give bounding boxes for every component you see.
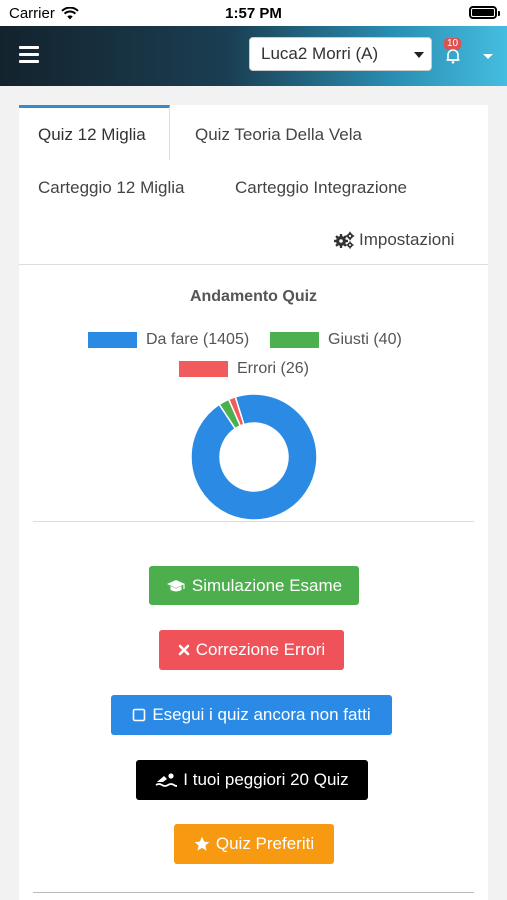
donut-chart xyxy=(190,393,318,521)
tab-bar: Quiz 12 Miglia Quiz Teoria Della Vela Ca… xyxy=(19,105,488,265)
top-navbar: Luca2 Morri (A) 10 xyxy=(0,26,507,86)
tab-carteggio-integrazione[interactable]: Carteggio Integrazione xyxy=(235,178,407,198)
quiz-preferiti-button[interactable]: Quiz Preferiti xyxy=(174,824,334,864)
button-label: Esegui i quiz ancora non fatti xyxy=(152,705,371,724)
navbar-dropdown-icon[interactable] xyxy=(483,54,493,59)
tab-quiz-teoria-della-vela[interactable]: Quiz Teoria Della Vela xyxy=(195,125,362,145)
simulazione-esame-button[interactable]: Simulazione Esame xyxy=(149,566,359,605)
square-outline-icon xyxy=(133,708,146,722)
legend-label: Giusti (40) xyxy=(328,331,402,348)
notifications-button[interactable]: 10 xyxy=(441,38,467,68)
user-select[interactable]: Luca2 Morri (A) xyxy=(249,37,432,71)
legend-label: Da fare (1405) xyxy=(146,331,250,348)
donut-slice-0[interactable] xyxy=(190,393,318,521)
clock: 1:57 PM xyxy=(225,5,282,22)
swimmer-icon xyxy=(155,773,178,787)
divider xyxy=(33,521,474,522)
user-select-value: Luca2 Morri (A) xyxy=(261,44,379,63)
gears-icon xyxy=(334,231,355,249)
main-card: Quiz 12 Miglia Quiz Teoria Della Vela Ca… xyxy=(19,105,488,900)
correzione-errori-button[interactable]: Correzione Errori xyxy=(159,630,344,670)
legend-swatch xyxy=(88,332,137,348)
tab-carteggio-12-miglia[interactable]: Carteggio 12 Miglia xyxy=(38,178,184,198)
chevron-down-icon xyxy=(414,52,424,58)
legend-swatch xyxy=(270,332,319,348)
hamburger-menu-icon[interactable] xyxy=(19,46,39,64)
tab-quiz-12-miglia[interactable]: Quiz 12 Miglia xyxy=(19,105,170,160)
legend-item-da-fare[interactable]: Da fare (1405) xyxy=(88,331,249,349)
star-icon xyxy=(194,836,210,851)
button-label: I tuoi peggiori 20 Quiz xyxy=(183,770,349,789)
tab-impostazioni-label: Impostazioni xyxy=(359,230,455,249)
battery-icon xyxy=(469,6,500,19)
legend-label: Errori (26) xyxy=(237,360,310,377)
button-label: Correzione Errori xyxy=(195,640,326,659)
legend-item-giusti[interactable]: Giusti (40) xyxy=(270,331,402,349)
button-label: Quiz Preferiti xyxy=(215,834,315,853)
legend-swatch xyxy=(179,361,228,377)
button-label: Simulazione Esame xyxy=(191,575,343,595)
divider xyxy=(33,892,474,893)
chart-title: Andamento Quiz xyxy=(189,288,318,305)
graduation-cap-icon xyxy=(166,579,185,591)
peggiori-20-quiz-button[interactable]: I tuoi peggiori 20 Quiz xyxy=(136,760,368,800)
status-bar: Carrier 1:57 PM xyxy=(0,0,507,26)
tab-impostazioni[interactable]: Impostazioni xyxy=(333,230,454,250)
bell-icon xyxy=(446,49,460,64)
esegui-quiz-non-fatti-button[interactable]: Esegui i quiz ancora non fatti xyxy=(111,695,392,735)
legend-item-errori[interactable]: Errori (26) xyxy=(179,360,309,378)
times-icon xyxy=(178,644,190,656)
